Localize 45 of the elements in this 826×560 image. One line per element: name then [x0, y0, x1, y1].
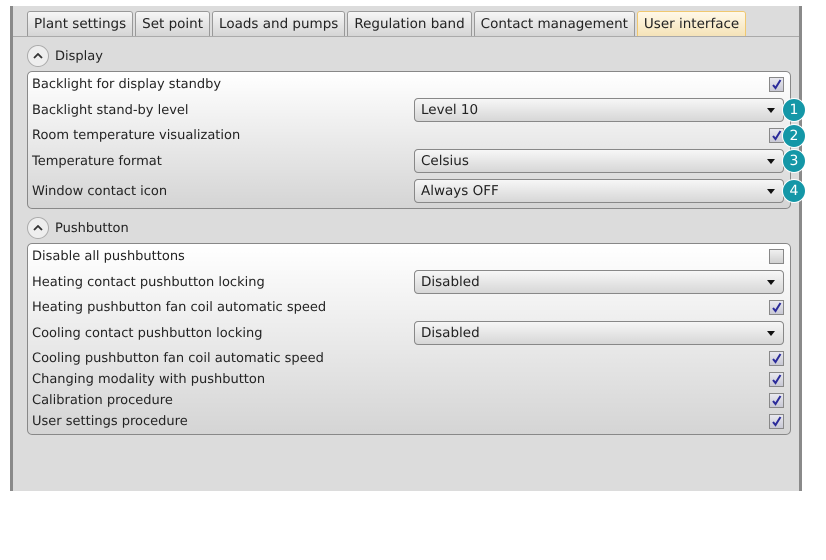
callout-badge: 3 [782, 149, 806, 173]
setting-label: Cooling contact pushbutton locking [32, 326, 262, 340]
collapse-icon[interactable] [27, 45, 49, 67]
dropdown[interactable]: Celsius [414, 149, 784, 173]
checkbox[interactable] [769, 300, 784, 315]
callout-badge: 1 [782, 98, 806, 122]
dropdown[interactable]: Disabled [414, 321, 784, 345]
section-title: Display [55, 48, 103, 64]
setting-label: Calibration procedure [32, 393, 173, 408]
setting-label: Disable all pushbuttons [32, 249, 185, 264]
setting-label: Heating pushbutton fan coil automatic speed [32, 300, 326, 315]
setting-label: Room temperature visualization [32, 128, 240, 143]
checkbox[interactable] [769, 128, 784, 143]
setting-label: User settings procedure [32, 414, 188, 429]
caret-icon [767, 108, 775, 112]
setting-label: Heating contact pushbutton locking [32, 274, 265, 290]
checkbox[interactable] [769, 249, 784, 264]
tab[interactable]: User interface [636, 11, 746, 36]
callout-badge: 4 [782, 179, 806, 203]
setting-label: Cooling pushbutton fan coil automatic speed [32, 351, 324, 366]
section-title: Pushbutton [55, 220, 129, 236]
tab[interactable]: Plant settings [27, 11, 134, 36]
caret-icon [767, 158, 775, 164]
collapse-icon[interactable] [27, 217, 49, 239]
tab[interactable]: Loads and pumps [212, 11, 346, 36]
caret-icon [767, 188, 775, 194]
dropdown[interactable]: Disabled [414, 270, 784, 294]
setting-label: Temperature format [32, 154, 162, 168]
dropdown[interactable]: Level 10 [414, 98, 784, 122]
checkbox[interactable] [769, 351, 784, 366]
callout-badge: 2 [782, 124, 806, 148]
checkbox[interactable] [769, 414, 784, 429]
tab[interactable]: Contact management [474, 11, 635, 36]
setting-label: Changing modality with pushbutton [32, 372, 266, 387]
setting-label: Backlight for display standby [32, 77, 222, 92]
caret-icon [767, 330, 775, 336]
setting-label: Backlight stand-by level [32, 102, 189, 118]
checkbox[interactable] [769, 77, 784, 92]
tab[interactable]: Set point [135, 11, 210, 36]
checkbox[interactable] [769, 372, 784, 387]
caret-icon [767, 280, 775, 284]
setting-label: Window contact icon [32, 184, 168, 198]
checkbox[interactable] [769, 393, 784, 408]
dropdown[interactable]: Always OFF [414, 179, 784, 203]
tab[interactable]: Regulation band [347, 11, 472, 36]
